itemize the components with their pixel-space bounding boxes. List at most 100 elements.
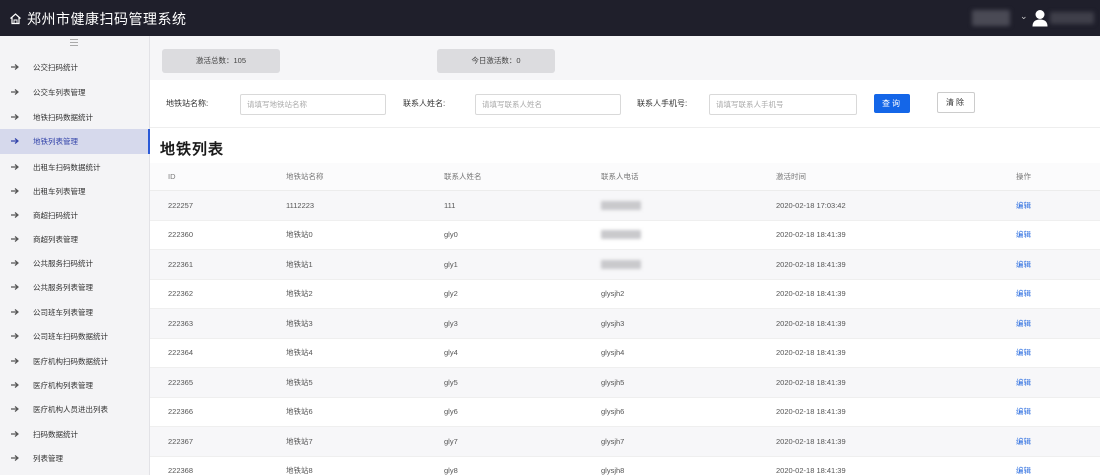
clear-button[interactable]: 清除	[937, 92, 975, 113]
arrow-right-icon	[11, 431, 19, 437]
sidebar-item-label: 公司班车扫码数据统计	[33, 332, 108, 341]
contact-name-input[interactable]	[475, 94, 621, 115]
header-contact-name: 联系人姓名	[444, 172, 482, 181]
sidebar-item[interactable]: 公共服务列表管理	[0, 275, 150, 300]
sidebar-item[interactable]: 医疗机构人员进出列表	[0, 397, 150, 422]
edit-link[interactable]: 编辑	[1016, 398, 1031, 427]
edit-link[interactable]: 编辑	[1016, 368, 1031, 397]
table-row: 222361 地铁站1 gly1 2020-02-18 18:41:39 编辑	[150, 250, 1100, 280]
arrow-right-icon	[11, 284, 19, 290]
sidebar-item[interactable]: 列表管理	[0, 446, 150, 471]
edit-link-label[interactable]: 编辑	[1016, 436, 1031, 447]
arrow-right-icon	[11, 188, 19, 194]
table-row: 222362 地铁站2 gly2 glysjh2 2020-02-18 18:41:39…	[150, 280, 1100, 309]
edit-link-label[interactable]: 编辑	[1016, 200, 1031, 211]
cell-activation-time: 2020-02-18 18:41:39	[776, 466, 846, 475]
cell-contact-name: gly3	[444, 318, 458, 328]
sidebar-item[interactable]: 公交扫码统计	[0, 55, 150, 80]
table-row: 222364 地铁站4 gly4 glysjh4 2020-02-18 18:41:39…	[150, 339, 1100, 368]
cell-id: 222368	[168, 466, 194, 475]
edit-link-label[interactable]: 编辑	[1016, 347, 1031, 358]
cell-id: 222366	[168, 407, 194, 417]
cell-station-name: 地铁站2	[286, 289, 313, 299]
sidebar-item[interactable]: 公交车列表管理	[0, 80, 150, 105]
cell-station-name: 地铁站0	[286, 230, 313, 240]
sidebar-item[interactable]: 公司班车扫码数据统计	[0, 324, 150, 349]
edit-link-label[interactable]: 编辑	[1016, 288, 1031, 299]
sidebar-item-label: 医疗机构扫码数据统计	[33, 357, 108, 366]
contact-name-label: 联系人姓名:	[403, 99, 446, 108]
edit-link[interactable]: 编辑	[1016, 339, 1031, 368]
sidebar-item[interactable]: 医疗机构扫码数据统计	[0, 349, 150, 374]
edit-link[interactable]: 编辑	[1016, 250, 1031, 279]
edit-link-label[interactable]: 编辑	[1016, 229, 1031, 240]
cell-contact-phone: glysjh8	[601, 466, 625, 475]
arrow-right-icon	[11, 64, 19, 70]
redacted-phone	[601, 230, 641, 240]
sidebar-item[interactable]: 地铁列表管理	[0, 129, 150, 154]
query-button[interactable]: 查询	[874, 94, 910, 113]
sidebar-item[interactable]: 公司班车列表管理	[0, 300, 150, 325]
station-name-label: 地铁站名称:	[166, 99, 209, 108]
cell-activation-time: 2020-02-18 18:41:39	[776, 348, 846, 358]
edit-link-label[interactable]: 编辑	[1016, 318, 1031, 329]
header-id: ID	[168, 172, 176, 181]
top-bar: 郑州市健康扫码管理系统 ⌄	[0, 0, 1100, 36]
sidebar-item[interactable]: 商超扫码统计	[0, 203, 150, 228]
cell-id: 222363	[168, 318, 194, 328]
header-contact-phone: 联系人电话	[601, 172, 639, 181]
cell-station-name: 1112223	[286, 200, 315, 210]
edit-link[interactable]: 编辑	[1016, 457, 1031, 475]
cell-contact-name: gly6	[444, 407, 458, 417]
user-info-redacted	[972, 10, 1010, 26]
sidebar-item-label: 公共服务列表管理	[33, 283, 93, 292]
cell-contact-name: gly2	[444, 289, 458, 299]
sidebar-item[interactable]: 出租车扫码数据统计	[0, 155, 150, 180]
edit-link-label[interactable]: 编辑	[1016, 465, 1031, 475]
cell-contact-phone: glysjh6	[601, 407, 625, 417]
sidebar-item[interactable]: 扫码数据统计	[0, 422, 150, 447]
arrow-right-icon	[11, 164, 19, 170]
cell-id: 222367	[168, 436, 194, 446]
arrow-right-icon	[11, 212, 19, 218]
edit-link-label[interactable]: 编辑	[1016, 377, 1031, 388]
cell-contact-name: gly1	[444, 259, 458, 269]
arrow-right-icon	[11, 89, 19, 95]
sidebar-item-label: 商超扫码统计	[33, 211, 78, 220]
cell-station-name: 地铁站1	[286, 259, 313, 269]
sidebar-item[interactable]: 出租车列表管理	[0, 179, 150, 204]
sidebar-item-label: 出租车扫码数据统计	[33, 163, 101, 172]
sidebar-item[interactable]: 医疗机构列表管理	[0, 373, 150, 398]
sidebar-item[interactable]: 商超列表管理	[0, 227, 150, 252]
cell-contact-phone	[601, 221, 641, 250]
sidebar-item[interactable]: 地铁扫码数据统计	[0, 105, 150, 130]
contact-phone-label: 联系人手机号:	[637, 99, 688, 108]
arrow-right-icon	[11, 358, 19, 364]
edit-link[interactable]: 编辑	[1016, 280, 1031, 309]
table-row: 222363 地铁站3 gly3 glysjh3 2020-02-18 18:41:39…	[150, 309, 1100, 339]
edit-link[interactable]: 编辑	[1016, 191, 1031, 220]
station-name-input[interactable]	[240, 94, 386, 115]
subway-table: ID 地铁站名称 联系人姓名 联系人电话 激活时间 操作 222257 11122…	[150, 163, 1100, 475]
cell-activation-time: 2020-02-18 18:41:39	[776, 259, 846, 269]
edit-link[interactable]: 编辑	[1016, 221, 1031, 250]
table-row: 222360 地铁站0 gly0 2020-02-18 18:41:39 编辑	[150, 221, 1100, 250]
table-row: 222365 地铁站5 gly5 glysjh5 2020-02-18 18:41:39…	[150, 368, 1100, 398]
cell-contact-name: 111	[444, 200, 456, 210]
arrow-right-icon	[11, 333, 19, 339]
contact-phone-input[interactable]	[709, 94, 857, 115]
edit-link[interactable]: 编辑	[1016, 427, 1031, 456]
sidebar-item[interactable]: 公共服务扫码统计	[0, 251, 150, 276]
edit-link-label[interactable]: 编辑	[1016, 259, 1031, 270]
chevron-down-icon[interactable]: ⌄	[1020, 11, 1028, 22]
header-actions: 操作	[1016, 172, 1031, 181]
user-icon[interactable]	[1032, 9, 1048, 27]
sidebar-item-label: 公交扫码统计	[33, 63, 78, 72]
edit-link-label[interactable]: 编辑	[1016, 406, 1031, 417]
header-station-name: 地铁站名称	[286, 172, 324, 181]
sidebar-item-label: 公共服务扫码统计	[33, 259, 93, 268]
search-filter-bar: 地铁站名称: 联系人姓名: 联系人手机号: 查询 清除	[150, 80, 1100, 128]
edit-link[interactable]: 编辑	[1016, 309, 1031, 338]
collapse-menu-icon[interactable]	[70, 39, 78, 46]
sidebar-item-label: 出租车列表管理	[33, 187, 86, 196]
